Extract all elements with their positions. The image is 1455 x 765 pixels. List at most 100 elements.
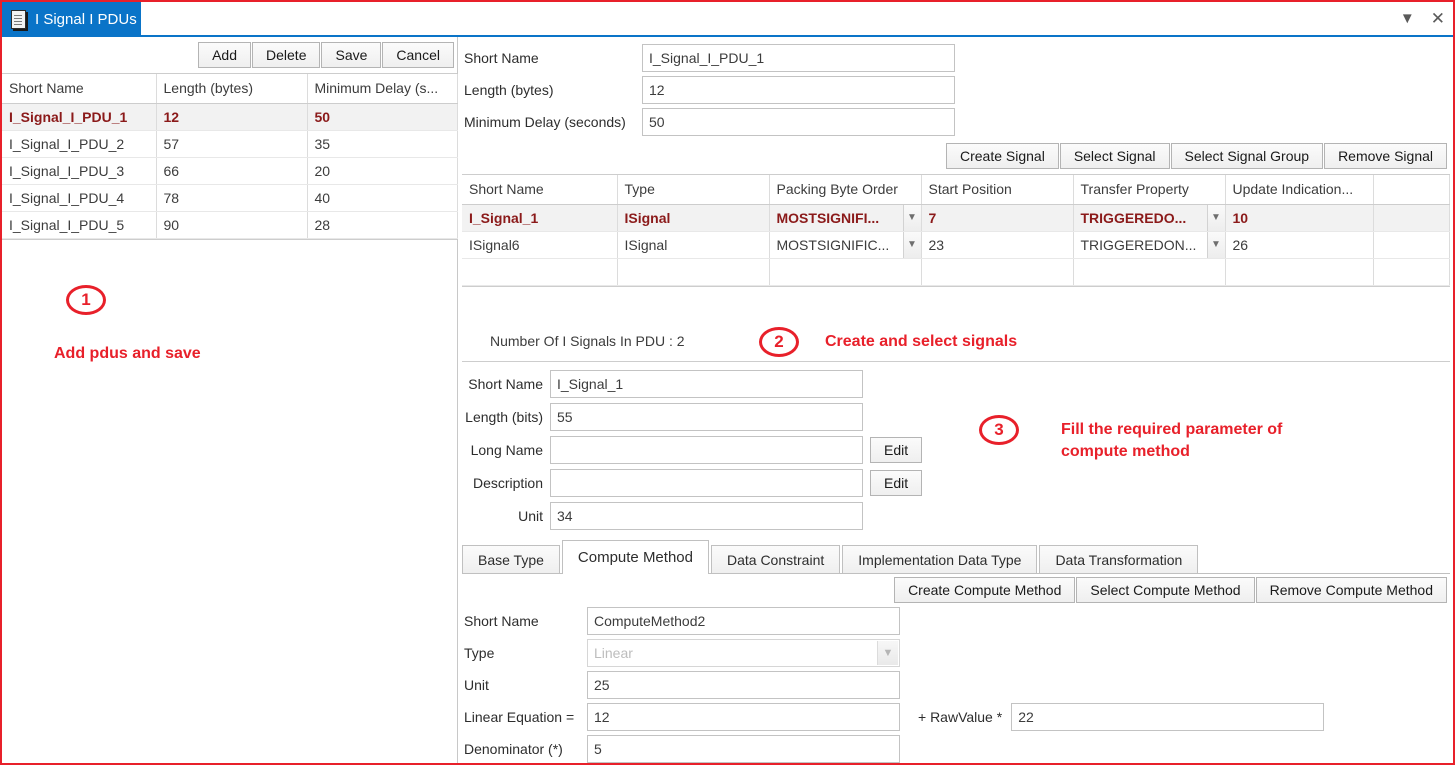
column-header-minimum-delay[interactable]: Minimum Delay (s... — [307, 74, 458, 104]
tab-implementation-data-type[interactable]: Implementation Data Type — [842, 545, 1038, 573]
cm-short-name-input[interactable] — [587, 607, 900, 635]
cell-empty — [921, 258, 1074, 286]
pdu-length-input[interactable] — [642, 76, 955, 104]
cell-short-name: I_Signal_I_PDU_2 — [2, 130, 157, 158]
detail-tabs: Base Type Compute Method Data Constraint… — [462, 540, 1450, 574]
table-header-row: Short Name Length (bytes) Minimum Delay … — [2, 74, 458, 104]
cell-transfer-property[interactable]: TRIGGEREDON... ▼ — [1073, 231, 1226, 259]
field-row-signal-length: Length (bits) — [464, 400, 922, 433]
table-header-row: Short Name Type Packing Byte Order Start… — [462, 175, 1450, 205]
pdu-short-name-input[interactable] — [642, 44, 955, 72]
pdu-list-panel: Add Delete Save Cancel Short Name Length… — [2, 37, 458, 763]
add-button[interactable]: Add — [198, 42, 252, 68]
create-signal-button[interactable]: Create Signal — [945, 143, 1059, 169]
signal-count-label: Number Of I Signals In PDU : 2 — [490, 332, 685, 349]
select-signal-group-button[interactable]: Select Signal Group — [1170, 143, 1324, 169]
cm-unit-label: Unit — [464, 677, 489, 693]
cell-transfer-property-text: TRIGGEREDO... — [1080, 209, 1187, 226]
select-compute-method-button[interactable]: Select Compute Method — [1076, 577, 1255, 603]
column-header-spacer — [1373, 175, 1450, 205]
cell-update-indication: 10 — [1225, 204, 1374, 232]
raw-value-label: + RawValue * — [918, 709, 1003, 725]
cell-transfer-property[interactable]: TRIGGEREDO... ▼ — [1073, 204, 1226, 232]
delete-button[interactable]: Delete — [252, 42, 321, 68]
field-row-long-name: Long Name Edit — [464, 433, 923, 466]
save-button[interactable]: Save — [321, 42, 382, 68]
cm-type-select[interactable]: Linear ▼ — [587, 639, 900, 667]
annotation-3: 3 Fill the required parameter of compute… — [979, 415, 1282, 462]
field-row-denominator: Denominator (*) — [464, 733, 1324, 765]
cell-packing-byte-order[interactable]: MOSTSIGNIFIC... ▼ — [769, 231, 922, 259]
cell-length: 57 — [156, 130, 308, 158]
description-edit-button[interactable]: Edit — [870, 469, 923, 496]
window-tab-i-signal-i-pdus[interactable]: I Signal I PDUs — [2, 2, 141, 37]
chevron-down-icon[interactable]: ▼ — [877, 641, 898, 665]
table-row[interactable]: ISignal6 ISignal MOSTSIGNIFIC... ▼ 23 TR… — [462, 231, 1450, 259]
chevron-down-icon[interactable]: ▼ — [1206, 231, 1224, 257]
minimum-delay-label: Minimum Delay (seconds) — [464, 114, 626, 130]
table-row-empty[interactable] — [462, 258, 1450, 286]
column-header-packing-byte-order[interactable]: Packing Byte Order — [769, 175, 922, 205]
signal-unit-input[interactable] — [550, 501, 863, 530]
cell-empty — [1073, 258, 1226, 286]
pdu-minimum-delay-input[interactable] — [642, 108, 955, 136]
close-icon[interactable]: ✕ — [1431, 10, 1445, 27]
annotation-1-badge: 1 — [66, 285, 106, 315]
cancel-button[interactable]: Cancel — [382, 42, 454, 68]
cell-start-position: 7 — [921, 204, 1074, 232]
remove-signal-button[interactable]: Remove Signal — [1324, 143, 1447, 169]
cell-minimum-delay: 20 — [307, 157, 458, 185]
column-header-update-indication[interactable]: Update Indication... — [1225, 175, 1374, 205]
create-compute-method-button[interactable]: Create Compute Method — [894, 577, 1076, 603]
tab-data-transformation[interactable]: Data Transformation — [1039, 545, 1199, 573]
tab-base-type[interactable]: Base Type — [462, 545, 560, 573]
tab-data-constraint[interactable]: Data Constraint — [710, 545, 841, 573]
long-name-edit-button[interactable]: Edit — [870, 436, 923, 463]
cell-minimum-delay: 40 — [307, 184, 458, 212]
annotation-3-line-2: compute method — [1061, 442, 1190, 460]
chevron-down-icon[interactable]: ▼ — [902, 204, 920, 230]
long-name-input[interactable] — [550, 435, 863, 464]
cell-length: 66 — [156, 157, 308, 185]
annotation-1-text: Add pdus and save — [54, 345, 201, 362]
chevron-down-icon[interactable]: ▼ — [1206, 204, 1224, 230]
column-header-short-name[interactable]: Short Name — [462, 175, 618, 205]
linear-equation-input[interactable] — [587, 703, 900, 731]
cell-spacer — [1373, 231, 1450, 259]
select-signal-button[interactable]: Select Signal — [1059, 143, 1170, 169]
denominator-input[interactable] — [587, 735, 900, 763]
annotation-1: 1 Add pdus and save — [2, 285, 458, 365]
signal-length-input[interactable] — [550, 402, 863, 431]
pdu-properties-form: Short Name Length (bytes) Minimum Delay … — [464, 42, 1444, 138]
table-row[interactable]: I_Signal_1 ISignal MOSTSIGNIFI... ▼ 7 TR… — [462, 204, 1450, 232]
cm-unit-input[interactable] — [587, 671, 900, 699]
window-controls: ▼ ✕ — [1400, 2, 1445, 35]
field-row-cm-unit: Unit — [464, 669, 1324, 701]
table-row[interactable]: I_Signal_I_PDU_1 12 50 — [2, 103, 458, 131]
signal-short-name-input[interactable] — [550, 369, 863, 398]
description-input[interactable] — [550, 468, 863, 497]
window-tab-label: I Signal I PDUs — [35, 11, 137, 28]
cell-minimum-delay: 35 — [307, 130, 458, 158]
column-header-start-position[interactable]: Start Position — [921, 175, 1074, 205]
cell-transfer-property-text: TRIGGEREDON... — [1080, 236, 1197, 253]
tab-compute-method[interactable]: Compute Method — [561, 540, 709, 574]
description-label: Description — [472, 474, 543, 491]
cell-packing-byte-order[interactable]: MOSTSIGNIFI... ▼ — [769, 204, 922, 232]
column-header-type[interactable]: Type — [617, 175, 770, 205]
column-header-length[interactable]: Length (bytes) — [156, 74, 308, 104]
remove-compute-method-button[interactable]: Remove Compute Method — [1255, 577, 1447, 603]
table-row[interactable]: I_Signal_I_PDU_4 78 40 — [2, 184, 458, 212]
signal-short-name-label: Short Name — [468, 375, 543, 392]
table-row[interactable]: I_Signal_I_PDU_2 57 35 — [2, 130, 458, 158]
length-label: Length (bytes) — [464, 82, 554, 98]
column-header-short-name[interactable]: Short Name — [2, 74, 157, 104]
cell-length: 90 — [156, 211, 308, 239]
raw-value-input[interactable] — [1011, 703, 1325, 731]
cell-empty — [1373, 258, 1450, 286]
table-row[interactable]: I_Signal_I_PDU_3 66 20 — [2, 157, 458, 185]
table-row[interactable]: I_Signal_I_PDU_5 90 28 — [2, 211, 458, 239]
chevron-down-icon[interactable]: ▼ — [902, 231, 920, 257]
chevron-down-icon[interactable]: ▼ — [1400, 11, 1415, 26]
column-header-transfer-property[interactable]: Transfer Property — [1073, 175, 1226, 205]
